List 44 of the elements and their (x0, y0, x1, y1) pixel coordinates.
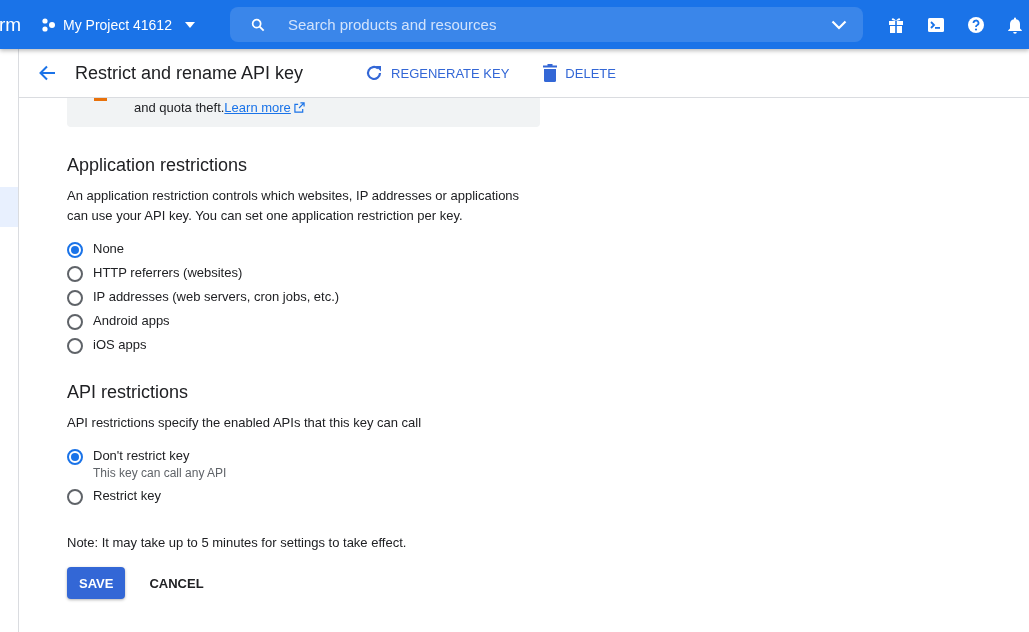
radio-label: IP addresses (web servers, cron jobs, etc.) (93, 288, 340, 306)
project-selector[interactable]: My Project 41612 (41, 16, 196, 33)
chevron-down-icon[interactable] (830, 19, 847, 30)
terminal-icon[interactable] (926, 15, 945, 34)
radio-button[interactable] (67, 449, 83, 465)
external-link-icon (293, 102, 305, 113)
option-hint: This key can call any API (93, 466, 227, 481)
radio-button[interactable] (67, 290, 83, 306)
project-dots-icon (41, 16, 57, 33)
radio-label: None (93, 240, 125, 258)
section-description: An application restriction controls which websites, IP addresses or applications can use your API key. You can set one application restriction per key. (67, 187, 521, 225)
trash-icon (543, 64, 558, 82)
regenerate-key-button[interactable]: REGENERATE KEY (365, 64, 510, 82)
search-icon (249, 16, 266, 33)
help-icon[interactable] (966, 15, 985, 34)
notice-text: and quota theft.Learn more (134, 100, 305, 115)
page-title: Restrict and rename API key (75, 62, 304, 84)
radio-label: Don't restrict key (93, 447, 191, 465)
section-heading: Application restrictions (67, 155, 249, 176)
caret-icon (183, 20, 196, 29)
radio-button[interactable] (67, 489, 83, 505)
warning-bar-icon (94, 98, 107, 101)
search-bar[interactable]: Search products and resources (229, 7, 863, 42)
cancel-button[interactable]: CANCEL (149, 575, 204, 591)
delete-button[interactable]: DELETE (543, 64, 616, 82)
radio-label: HTTP referrers (websites) (93, 264, 243, 282)
gift-icon[interactable] (886, 15, 905, 34)
section-heading: API restrictions (67, 382, 190, 403)
bell-icon[interactable] (1006, 15, 1023, 34)
learn-more-link[interactable]: Learn more (224, 100, 291, 115)
radio-button[interactable] (67, 242, 83, 258)
back-arrow-icon[interactable] (38, 64, 56, 82)
search-field[interactable]: Search products and resources (285, 15, 831, 34)
radio-label: Android apps (93, 312, 170, 330)
radio-button[interactable] (67, 266, 83, 282)
radio-label: Restrict key (93, 487, 161, 505)
save-button[interactable]: SAVE (67, 567, 126, 599)
radio-button[interactable] (67, 314, 83, 330)
radio-label: iOS apps (93, 336, 147, 354)
note-text: Note: It may take up to 5 minutes for settings to take effect. (67, 535, 408, 550)
section-description: API restrictions specify the enabled APIs that this key can call (67, 414, 423, 432)
radio-button[interactable] (67, 338, 83, 354)
refresh-icon (365, 64, 384, 82)
product-name[interactable]: rm (0, 13, 31, 36)
